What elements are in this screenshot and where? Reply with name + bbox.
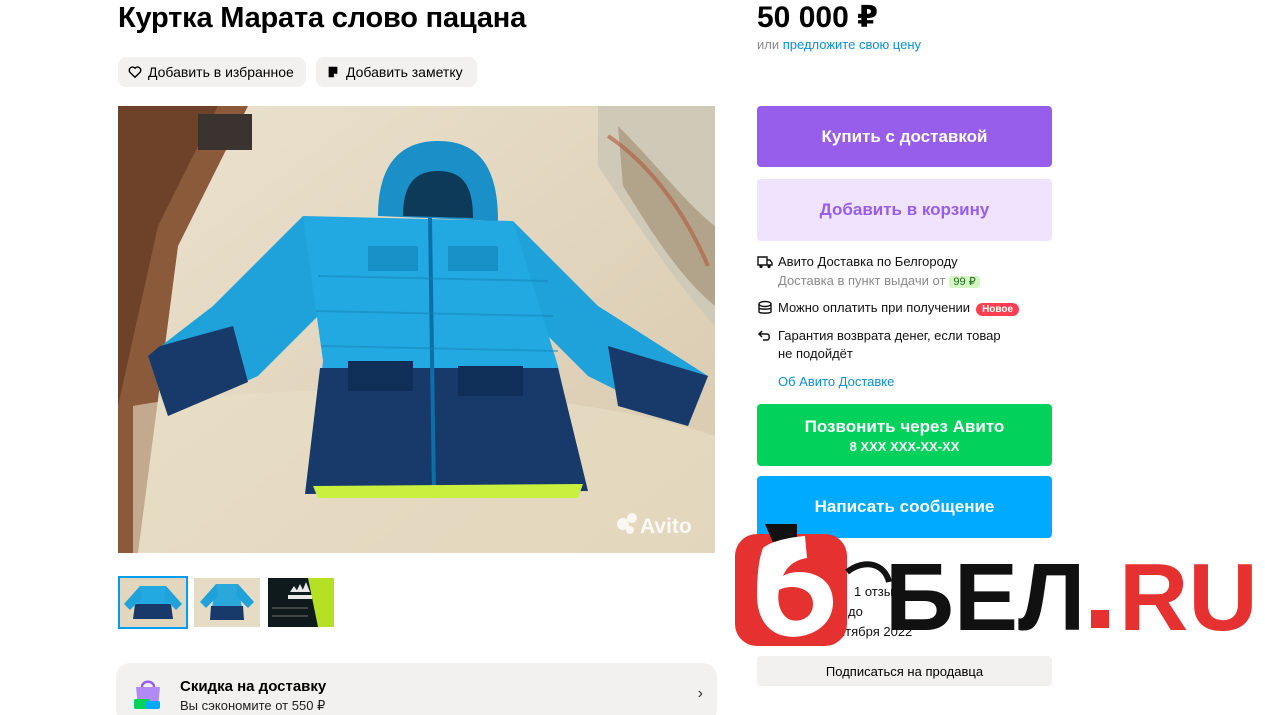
price: 50 000 ₽ [757,1,878,34]
delivery-city: Авито Доставка по Белгороду [778,254,958,269]
thumbnail-1[interactable] [118,576,188,629]
delivery-price-badge: 99 ₽ [949,276,980,288]
main-photo[interactable]: Avito [118,106,715,553]
truck-icon [757,256,773,269]
guarantee-line-2: не подойдёт [778,346,853,361]
guarantee-line-1: Гарантия возврата денег, если товар [778,328,1001,343]
subscribe-seller-label: Подписаться на продавца [825,663,984,679]
add-note-label: Добавить заметку [346,64,463,80]
delivery-pickup-text: Доставка в пункт выдачи от [778,273,946,288]
promo-title: Скидка на доставку [180,678,327,695]
return-arrow-icon [757,330,770,341]
thumbnail-2[interactable] [192,576,262,629]
buy-with-delivery-label: Купить с доставкой [821,126,988,146]
call-via-avito-button[interactable]: Позвонить через Авито 8 XXX XXX-XX-XX [757,404,1052,466]
pay-on-receipt-text: Можно оплатить при получении [778,300,971,315]
about-delivery-link[interactable]: Об Авито Доставке [778,374,894,389]
heart-icon [128,66,142,78]
call-label: Позвонить через Авито [804,416,1005,436]
offer-line: или предложите свою цену [757,37,921,52]
add-to-favorites-button[interactable]: Добавить в избранное [118,57,306,87]
coins-icon [758,300,772,314]
offer-price-link[interactable]: предложите свою цену [783,37,921,52]
offer-prefix: или [757,37,780,52]
promo-subtitle: Вы сэкономите от 550 ₽ [180,698,326,713]
add-to-cart-button[interactable]: Добавить в корзину [757,179,1052,241]
send-message-label: Написать сообщение [814,497,995,516]
listing-title: Куртка Марата слово пацана [118,2,527,34]
chevron-right-icon: › [697,685,703,702]
call-number: 8 XXX XXX-XX-XX [849,438,960,454]
logo-text-bel: БЕЛ [885,544,1085,651]
add-note-button[interactable]: Добавить заметку [316,57,477,87]
add-to-cart-label: Добавить в корзину [819,200,990,219]
thumbnail-strip [118,576,336,629]
delivery-discount-banner[interactable]: Скидка на доставку Вы сэкономите от 550 … [116,663,717,715]
jacket-photo-image [118,106,715,553]
note-icon [328,66,338,78]
gift-bag-icon [134,680,160,709]
photo-watermark: Avito [640,515,692,538]
buy-with-delivery-button[interactable]: Купить с доставкой [757,106,1052,167]
thumbnail-3[interactable] [266,576,336,629]
add-to-favorites-label: Добавить в избранное [148,64,294,80]
bel-ru-logo: БЕЛ RU [735,524,1258,651]
subscribe-seller-button[interactable]: Подписаться на продавца [757,656,1052,686]
new-badge: Новое [976,303,1020,316]
logo-text-ru: RU [1119,544,1258,651]
